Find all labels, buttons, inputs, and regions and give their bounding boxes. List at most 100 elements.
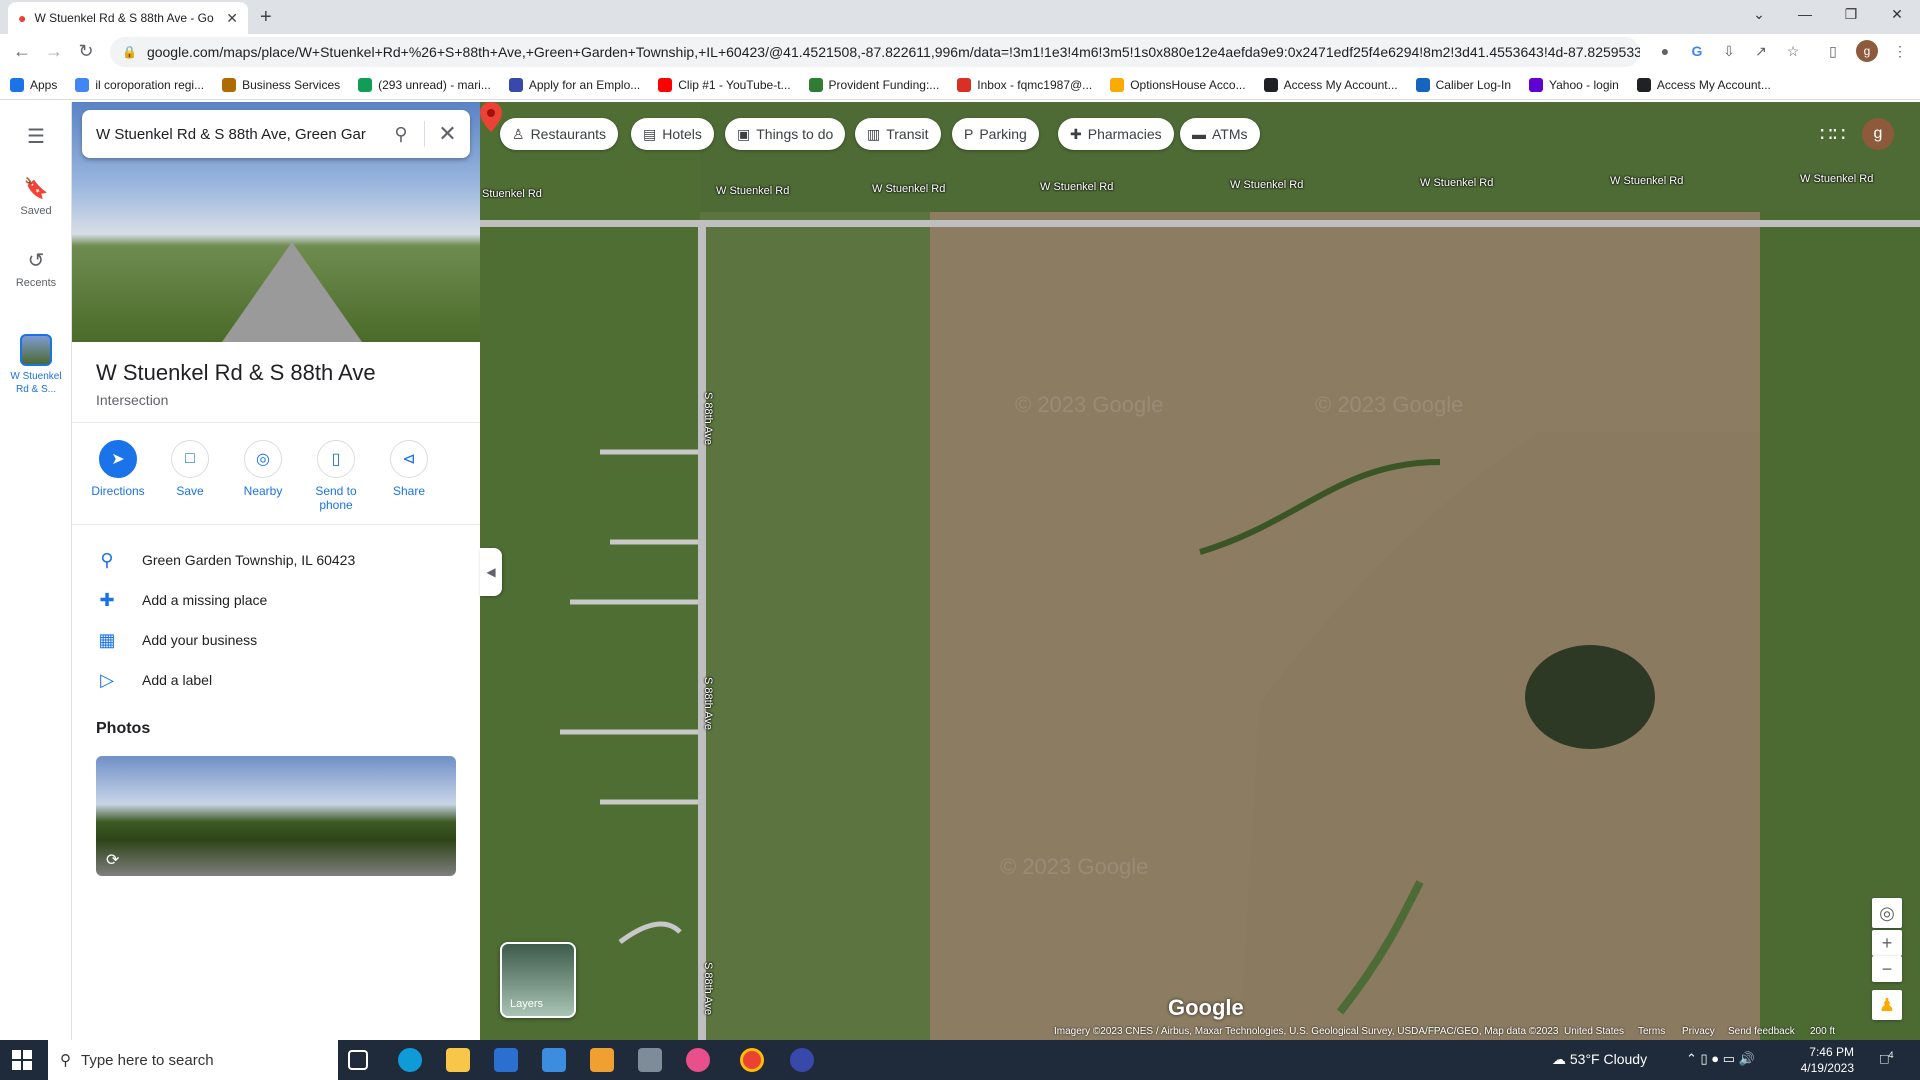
- search-box[interactable]: W Stuenkel Rd & S 88th Ave, Green Gar ⚲ …: [82, 110, 470, 158]
- bookmark-item[interactable]: Business Services: [222, 77, 340, 92]
- location-icon[interactable]: ●: [1655, 43, 1675, 63]
- reload-icon[interactable]: ↻: [74, 41, 98, 62]
- store-icon[interactable]: [494, 1048, 518, 1072]
- bookmark-item[interactable]: OptionsHouse Acco...: [1110, 77, 1246, 92]
- side-panel-icon[interactable]: ▯: [1823, 43, 1843, 63]
- scale-label[interactable]: 200 ft: [1810, 1026, 1835, 1037]
- back-icon[interactable]: ←: [10, 41, 34, 62]
- search-icon[interactable]: ⚲: [378, 124, 424, 145]
- chip-restaurants[interactable]: ♙ Restaurants: [500, 118, 619, 150]
- send-to-phone-label: Send to phone: [315, 484, 357, 512]
- layers-button[interactable]: Layers: [500, 942, 576, 1018]
- windows-start-icon[interactable]: [12, 1050, 32, 1070]
- menu-kebab-icon[interactable]: ⋮: [1890, 43, 1910, 63]
- rail-saved[interactable]: 🔖 Saved: [0, 176, 72, 217]
- close-icon[interactable]: ✕: [424, 121, 470, 147]
- bookmark-item[interactable]: (293 unread) - mari...: [358, 77, 491, 92]
- bookmark-item[interactable]: Inbox - fqmc1987@...: [957, 77, 1093, 92]
- forward-icon[interactable]: →: [42, 41, 66, 62]
- address-bar[interactable]: 🔒 google.com/maps/place/W+Stuenkel+Rd+%2…: [110, 37, 1640, 67]
- country-link[interactable]: United States: [1564, 1026, 1624, 1037]
- road-graphic: [222, 242, 362, 342]
- notification-icon[interactable]: □4: [1880, 1050, 1893, 1067]
- hotel-icon: ▤: [643, 125, 657, 142]
- bookmark-item[interactable]: Access My Account...: [1263, 77, 1398, 92]
- bookmark-item[interactable]: Caliber Log-In: [1415, 77, 1511, 92]
- search-input[interactable]: W Stuenkel Rd & S 88th Ave, Green Gar: [96, 126, 378, 143]
- bookmark-item[interactable]: Yahoo - login: [1529, 77, 1619, 92]
- google-apps-icon[interactable]: ∷∷: [1820, 122, 1845, 147]
- weather-widget[interactable]: ☁ 53°F Cloudy: [1552, 1051, 1647, 1068]
- minimize-button[interactable]: —: [1790, 6, 1820, 22]
- chrome-icon[interactable]: [740, 1048, 764, 1072]
- close-tab-icon[interactable]: ✕: [226, 10, 238, 27]
- bookmark-favicon-icon: [75, 77, 90, 92]
- close-window-button[interactable]: ✕: [1882, 6, 1912, 23]
- bookmark-item[interactable]: Apply for an Emplo...: [508, 77, 640, 92]
- hamburger-menu-icon[interactable]: ☰: [0, 124, 72, 153]
- browser-tab[interactable]: ● W Stuenkel Rd & S 88th Ave - Go ✕: [8, 2, 248, 34]
- google-icon[interactable]: G: [1687, 43, 1707, 63]
- taskbar-search[interactable]: ⚲ Type here to search: [48, 1040, 338, 1080]
- share-page-icon[interactable]: ↗: [1751, 43, 1771, 63]
- privacy-link[interactable]: Privacy: [1682, 1026, 1715, 1037]
- zoom-in-button[interactable]: +: [1872, 930, 1902, 956]
- app-icon[interactable]: [790, 1048, 814, 1072]
- profile-avatar[interactable]: g: [1856, 40, 1878, 62]
- tab-strip: ● W Stuenkel Rd & S 88th Ave - Go ✕ + ⌄ …: [0, 0, 1920, 34]
- clock[interactable]: 7:46 PM 4/19/2023: [1794, 1044, 1854, 1076]
- chip-label: Parking: [979, 126, 1027, 142]
- task-view-icon[interactable]: [348, 1050, 368, 1070]
- nearby-button[interactable]: ◎ Nearby: [227, 440, 299, 498]
- my-location-icon[interactable]: ◎: [1872, 898, 1902, 928]
- mail-icon[interactable]: [542, 1048, 566, 1072]
- send-to-phone-button[interactable]: ▯ Send to phone: [300, 440, 372, 512]
- media-player-icon[interactable]: [590, 1048, 614, 1072]
- app-icon[interactable]: [638, 1048, 662, 1072]
- chip-things-to-do[interactable]: ▣ Things to do: [725, 118, 846, 150]
- chip-parking[interactable]: P Parking: [952, 118, 1039, 150]
- restore-button[interactable]: ❐: [1836, 6, 1866, 23]
- rail-current-place[interactable]: W Stuenkel Rd & S...: [0, 334, 72, 396]
- install-icon[interactable]: ⇩: [1719, 43, 1739, 63]
- save-button[interactable]: □ Save: [154, 440, 226, 498]
- add-label-row[interactable]: ▷ Add a label: [72, 660, 480, 700]
- satellite-map[interactable]: © 2023 Google © 2023 Google © 2023 Googl…: [480, 102, 1920, 1040]
- chip-transit[interactable]: ▥ Transit: [855, 118, 941, 150]
- share-button[interactable]: ⊲ Share: [373, 440, 445, 498]
- business-icon: ▦: [98, 629, 116, 650]
- bookmark-item[interactable]: Access My Account...: [1636, 77, 1771, 92]
- music-icon[interactable]: [686, 1048, 710, 1072]
- zoom-out-button[interactable]: −: [1872, 956, 1902, 982]
- file-explorer-icon[interactable]: [446, 1048, 470, 1072]
- bookmark-label: Inbox - fqmc1987@...: [977, 77, 1093, 92]
- pegman-icon[interactable]: ♟: [1872, 990, 1902, 1020]
- new-tab-button[interactable]: +: [260, 6, 272, 29]
- directions-button[interactable]: ➤ Directions: [82, 440, 154, 498]
- location-pin-icon[interactable]: [480, 102, 502, 132]
- edge-browser-icon[interactable]: [398, 1048, 422, 1072]
- bookmark-item[interactable]: Provident Funding:...: [808, 77, 939, 92]
- collapse-panel-button[interactable]: ◀: [480, 548, 502, 596]
- lock-icon: 🔒: [122, 45, 137, 59]
- tab-search-icon[interactable]: ⌄: [1744, 6, 1774, 23]
- bookmark-item[interactable]: il coroporation regi...: [75, 77, 204, 92]
- chip-atms[interactable]: ▬ ATMs: [1180, 118, 1260, 150]
- pin-icon: ⚲: [100, 549, 114, 570]
- rail-recents[interactable]: ↺ Recents: [0, 248, 72, 289]
- rail-saved-label: Saved: [20, 205, 52, 217]
- photo-thumbnail[interactable]: ⟳: [96, 756, 456, 876]
- bookmark-item[interactable]: Clip #1 - YouTube-t...: [658, 77, 791, 92]
- add-business-row[interactable]: ▦ Add your business: [72, 620, 480, 660]
- chip-pharmacies[interactable]: ✚ Pharmacies: [1058, 118, 1174, 150]
- system-tray-icons[interactable]: ⌃ ▯ ● ▭ 🔊: [1686, 1051, 1755, 1067]
- account-avatar[interactable]: g: [1862, 118, 1894, 150]
- address-row[interactable]: ⚲ Green Garden Township, IL 60423: [72, 540, 480, 580]
- terms-link[interactable]: Terms: [1638, 1026, 1665, 1037]
- bookmark-item[interactable]: Apps: [10, 77, 57, 92]
- send-feedback-link[interactable]: Send feedback: [1728, 1026, 1795, 1037]
- bookmark-star-icon[interactable]: ☆: [1783, 43, 1803, 63]
- chip-hotels[interactable]: ▤ Hotels: [631, 118, 714, 150]
- chip-label: Things to do: [756, 126, 834, 142]
- add-missing-place-row[interactable]: ✚ Add a missing place: [72, 580, 480, 620]
